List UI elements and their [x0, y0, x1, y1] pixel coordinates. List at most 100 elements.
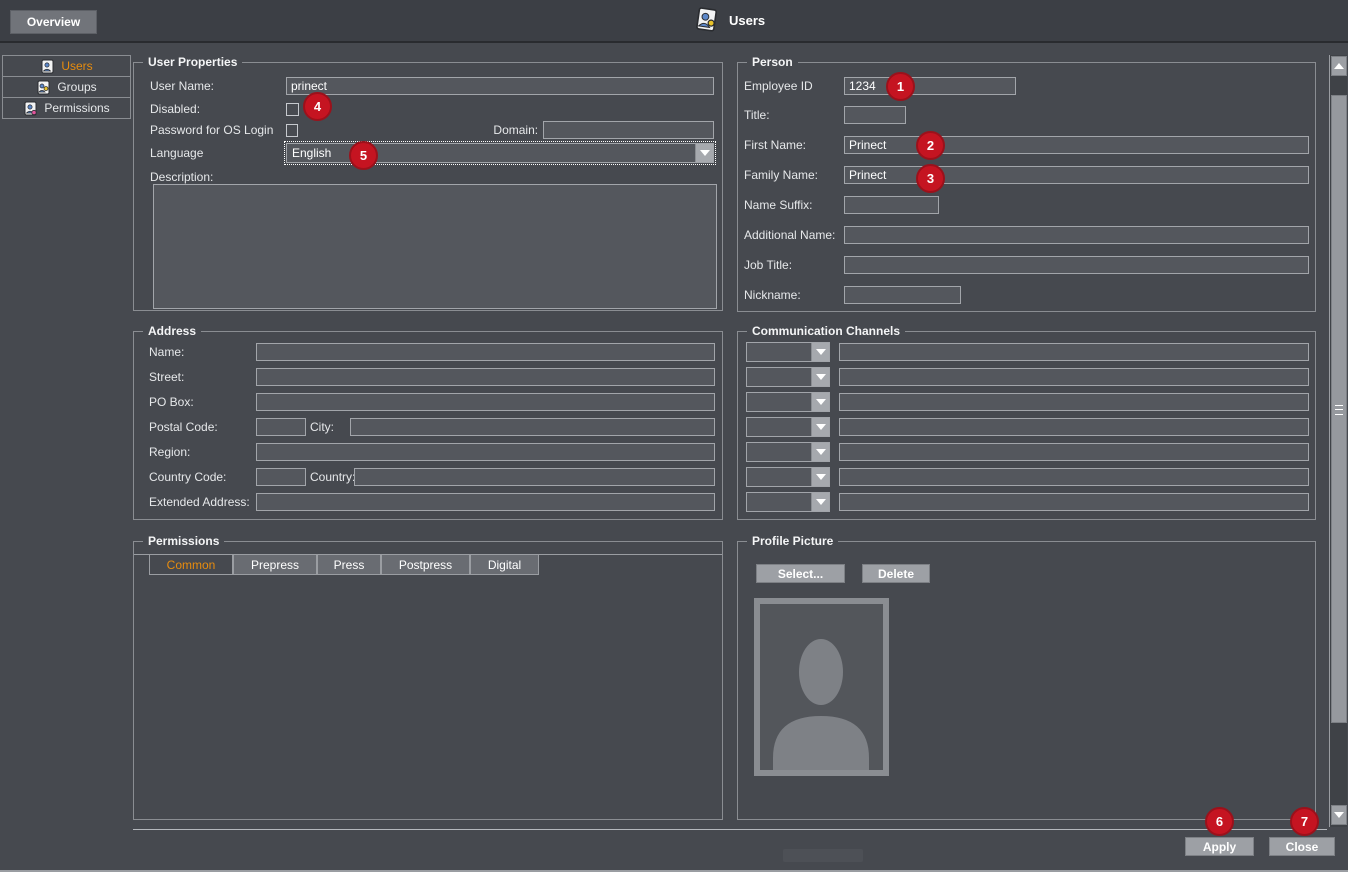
footer-separator — [133, 829, 1327, 830]
permissions-icon — [23, 101, 38, 116]
disabled-checkbox[interactable] — [286, 103, 299, 116]
panel-title: Person — [747, 55, 798, 69]
overview-button[interactable]: Overview — [10, 10, 97, 34]
street-input[interactable] — [256, 368, 715, 386]
description-label: Description: — [150, 170, 213, 184]
annotation-badge-5: 5 — [349, 141, 378, 170]
window-resize-grip[interactable] — [783, 849, 863, 862]
address-name-label: Name: — [149, 345, 256, 359]
postal-code-input[interactable] — [256, 418, 306, 436]
channel-value-input[interactable] — [839, 368, 1309, 386]
chevron-down-icon[interactable] — [811, 443, 829, 461]
street-label: Street: — [149, 370, 256, 384]
profile-picture-panel: Profile Picture Select... Delete — [737, 541, 1316, 820]
job-title-input[interactable] — [844, 256, 1309, 274]
tab-press[interactable]: Press — [317, 554, 381, 575]
chevron-down-icon[interactable] — [811, 418, 829, 436]
po-box-input[interactable] — [256, 393, 715, 411]
user-name-input[interactable] — [286, 77, 714, 95]
title-label: Title: — [744, 108, 844, 122]
channel-value-input[interactable] — [839, 443, 1309, 461]
chevron-down-icon[interactable] — [695, 144, 713, 162]
panel-title: Address — [143, 324, 201, 338]
country-code-input[interactable] — [256, 468, 306, 486]
name-suffix-input[interactable] — [844, 196, 939, 214]
job-title-label: Job Title: — [744, 258, 844, 272]
chevron-down-icon[interactable] — [811, 393, 829, 411]
chevron-down-icon[interactable] — [811, 368, 829, 386]
additional-name-label: Additional Name: — [744, 228, 844, 242]
scroll-down-button[interactable] — [1331, 805, 1347, 825]
channel-value-input[interactable] — [839, 343, 1309, 361]
city-input[interactable] — [350, 418, 715, 436]
channel-type-dropdown[interactable] — [746, 342, 830, 362]
sidebar-item-users[interactable]: Users — [2, 55, 131, 77]
channel-type-dropdown[interactable] — [746, 417, 830, 437]
channel-value-input[interactable] — [839, 418, 1309, 436]
extended-address-label: Extended Address: — [149, 495, 256, 509]
channel-value-input[interactable] — [839, 493, 1309, 511]
annotation-badge-4: 4 — [303, 92, 332, 121]
additional-name-input[interactable] — [844, 226, 1309, 244]
address-panel: Address Name: Street: PO Box: Postal Cod… — [133, 331, 723, 520]
communication-channels-panel: Communication Channels — [737, 331, 1316, 520]
country-input[interactable] — [354, 468, 715, 486]
nickname-label: Nickname: — [744, 288, 844, 302]
channel-type-dropdown[interactable] — [746, 367, 830, 387]
window-title-label: Users — [729, 13, 765, 28]
sidebar-item-label: Permissions — [44, 101, 109, 115]
nickname-input[interactable] — [844, 286, 961, 304]
first-name-label: First Name: — [744, 138, 844, 152]
sidebar-item-groups[interactable]: Groups — [2, 76, 131, 98]
chevron-down-icon[interactable] — [811, 493, 829, 511]
channel-type-dropdown[interactable] — [746, 492, 830, 512]
channel-value-input[interactable] — [839, 393, 1309, 411]
channel-type-dropdown[interactable] — [746, 442, 830, 462]
person-panel: Person Employee ID Title: First Name: Fa… — [737, 62, 1316, 312]
tab-prepress[interactable]: Prepress — [233, 554, 317, 575]
family-name-input[interactable] — [844, 166, 1309, 184]
sidebar-item-permissions[interactable]: Permissions — [2, 97, 131, 119]
password-os-checkbox[interactable] — [286, 124, 298, 137]
sidebar-item-label: Groups — [57, 80, 96, 94]
po-box-label: PO Box: — [149, 395, 256, 409]
scrollbar-thumb[interactable] — [1331, 95, 1347, 723]
tab-digital[interactable]: Digital — [470, 554, 539, 575]
vertical-scrollbar[interactable] — [1329, 55, 1347, 827]
sidebar-item-label: Users — [61, 59, 92, 73]
tab-postpress[interactable]: Postpress — [381, 554, 470, 575]
first-name-input[interactable] — [844, 136, 1309, 154]
close-button[interactable]: Close — [1269, 837, 1335, 856]
tab-common[interactable]: Common — [149, 554, 233, 575]
select-picture-button[interactable]: Select... — [756, 564, 845, 583]
disabled-label: Disabled: — [150, 102, 286, 116]
employee-id-label: Employee ID — [744, 79, 844, 93]
groups-icon — [36, 80, 51, 95]
description-textarea[interactable] — [153, 184, 717, 309]
employee-id-input[interactable] — [844, 77, 1016, 95]
user-name-label: User Name: — [150, 79, 286, 93]
region-input[interactable] — [256, 443, 715, 461]
channel-value-input[interactable] — [839, 468, 1309, 486]
channel-type-dropdown[interactable] — [746, 467, 830, 487]
profile-picture-placeholder — [754, 598, 889, 776]
panel-title: Permissions — [143, 534, 224, 548]
scroll-up-button[interactable] — [1331, 56, 1347, 76]
domain-input[interactable] — [543, 121, 714, 139]
annotation-badge-7: 7 — [1290, 807, 1319, 836]
password-os-label: Password for OS Login — [150, 123, 286, 137]
app-window: Overview Users — [0, 0, 1348, 872]
panel-title: User Properties — [143, 55, 242, 69]
chevron-down-icon[interactable] — [811, 343, 829, 361]
delete-picture-button[interactable]: Delete — [862, 564, 930, 583]
apply-button[interactable]: Apply — [1185, 837, 1254, 856]
title-input[interactable] — [844, 106, 906, 124]
address-name-input[interactable] — [256, 343, 715, 361]
annotation-badge-6: 6 — [1205, 807, 1234, 836]
annotation-badge-3: 3 — [916, 164, 945, 193]
language-label: Language — [150, 146, 286, 160]
channel-type-dropdown[interactable] — [746, 392, 830, 412]
topbar: Overview Users — [0, 0, 1348, 43]
chevron-down-icon[interactable] — [811, 468, 829, 486]
extended-address-input[interactable] — [256, 493, 715, 511]
